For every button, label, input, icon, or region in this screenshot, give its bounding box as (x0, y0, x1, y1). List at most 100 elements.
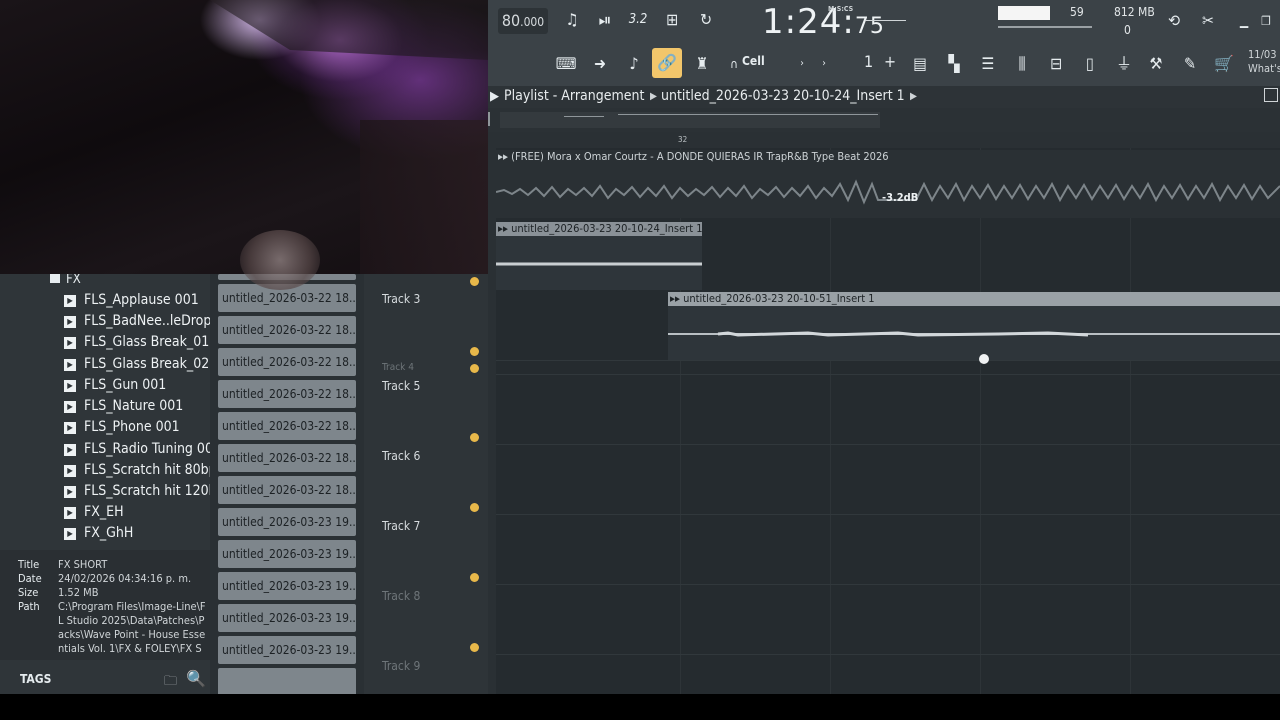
folder-icon (50, 273, 60, 283)
channel-list: untitled_2026-03-22 18.. untitled_2026-0… (210, 274, 364, 696)
folder-fx[interactable]: FX (50, 272, 81, 287)
track-name[interactable]: Track 9 (382, 659, 420, 673)
audio-clip-beat[interactable]: ▸▸ (FREE) Mora x Omar Courtz - A DONDE Q… (496, 150, 1280, 218)
playlist-grid[interactable]: ▸▸ (FREE) Mora x Omar Courtz - A DONDE Q… (496, 148, 1280, 694)
track-mute-led[interactable] (470, 347, 479, 356)
lane-divider (496, 444, 1280, 445)
tags-label: TAGS (20, 672, 52, 686)
song-position-clock[interactable]: 1:24:75 (762, 2, 885, 42)
channel-button[interactable]: untitled_2026-03-23 19.. (218, 636, 356, 664)
channel-button[interactable]: untitled_2026-03-22 18.. (218, 380, 356, 408)
info-icon[interactable]: ✎ (1176, 50, 1204, 78)
playlist-icon[interactable]: ▤ (906, 50, 934, 78)
channel-button[interactable]: untitled_2026-03-22 18.. (218, 348, 356, 376)
taskbar-strip (0, 694, 1280, 720)
track-mute-led[interactable] (470, 433, 479, 442)
browser-item[interactable]: ▶ FX_GhH (64, 525, 133, 545)
time-ruler[interactable]: 32 (496, 132, 1280, 148)
browser-item[interactable]: ▶ FLS_Nature 001 (64, 398, 183, 418)
loop-record-icon[interactable]: ↻ (692, 6, 720, 34)
restore-icon[interactable]: ❐ (1252, 7, 1280, 35)
browser-item[interactable]: ▶ FLS_Glass Break_01 (64, 334, 209, 354)
audio-file-icon: ▶ (64, 465, 76, 477)
tools-icon[interactable]: ⚒ (1142, 50, 1170, 78)
track-mute-led[interactable] (470, 364, 479, 373)
tempo-display[interactable]: 80.000 (498, 8, 548, 34)
channel-rack-icon[interactable]: ☰ (974, 50, 1002, 78)
playlist-title[interactable]: Playlist - Arrangement (504, 88, 644, 104)
browser-item[interactable]: ▶ FLS_Gun 001 (64, 377, 166, 397)
wait-for-input-icon[interactable]: ⏯ (591, 6, 619, 34)
audio-file-icon: ▶ (64, 359, 76, 371)
audio-file-icon: ▶ (64, 316, 76, 328)
track-mute-led[interactable] (470, 573, 479, 582)
channel-button[interactable]: untitled_2026-03-22 18.. (218, 316, 356, 344)
pattern-mode-label[interactable]: Cell (742, 54, 765, 68)
browser-item[interactable]: ▶ FLS_Radio Tuning 001 (64, 441, 221, 461)
arrow-right-icon[interactable]: ➜ (586, 50, 614, 78)
stamp-icon[interactable]: ♜ (688, 50, 716, 78)
browser-item[interactable]: ▶ FLS_Scratch hit 80bpm (64, 462, 229, 482)
overview-marker (488, 112, 490, 126)
track-mute-led[interactable] (470, 643, 479, 652)
master-pitch-slider[interactable] (866, 20, 906, 21)
channel-button[interactable]: untitled_2026-03-22 18.. (218, 412, 356, 440)
undo-icon[interactable]: ⟲ (1160, 7, 1188, 35)
step-edit-icon[interactable]: ⊞ (658, 6, 686, 34)
track-name[interactable]: Track 6 (382, 449, 420, 463)
track-name[interactable]: Track 5 (382, 379, 420, 393)
cpu-meter (998, 6, 1050, 20)
track-name[interactable]: Track 3 (382, 292, 420, 306)
track-name[interactable]: Track 7 (382, 519, 420, 533)
audio-clip-insert2[interactable]: ▸▸ untitled_2026-03-23 20-10-51_Insert 1 (668, 292, 1280, 360)
link-icon[interactable]: 🔗 (652, 48, 682, 78)
channel-button[interactable] (218, 668, 356, 696)
audio-clip-insert1[interactable]: ▸▸ untitled_2026-03-23 20-10-24_Insert 1 (496, 222, 702, 290)
playlist-overview[interactable] (488, 108, 1280, 132)
shop-icon[interactable]: 🛒 (1210, 50, 1238, 78)
browser-item[interactable]: ▶ FLS_BadNee..leDrop_02 (64, 313, 234, 333)
output-meter (998, 26, 1092, 28)
window-restore-icon[interactable] (1264, 88, 1278, 102)
lane-divider (496, 514, 1280, 515)
browser-item[interactable]: ▶ FX_EH (64, 504, 124, 524)
track-headers: Track 3 Track 4 Track 5 Track 6 Track 7 … (364, 274, 488, 694)
channel-button[interactable]: untitled_2026-03-22 18.. (218, 444, 356, 472)
project-icon[interactable]: ▯ (1076, 50, 1104, 78)
playhead-marker[interactable] (979, 354, 989, 364)
channel-button[interactable]: untitled_2026-03-23 19.. (218, 540, 356, 568)
track-mute-led[interactable] (470, 503, 479, 512)
current-clip-label[interactable]: untitled_2026-03-23 20-10-24_Insert 1 (661, 88, 905, 104)
countdown-icon[interactable]: 3.2 (624, 6, 652, 34)
folder-icon[interactable]: 🗀 (164, 672, 177, 694)
plugin-icon[interactable]: ⏚ (1110, 50, 1138, 78)
track-name[interactable]: Track 8 (382, 589, 420, 603)
keyboard-icon[interactable]: ⌨ (552, 50, 580, 78)
add-pattern-button[interactable]: + (884, 52, 896, 71)
channel-button[interactable]: untitled_2026-03-23 19.. (218, 604, 356, 632)
snap-icon[interactable]: ♪ (620, 50, 648, 78)
browser-item[interactable]: ▶ FLS_Applause 001 (64, 292, 199, 312)
browser-icon[interactable]: ⊟ (1042, 50, 1070, 78)
browser-item[interactable]: ▶ FLS_Phone 001 (64, 419, 180, 439)
metronome-icon[interactable]: ♫ (558, 6, 586, 34)
search-icon[interactable]: 🔍 (186, 669, 206, 688)
channel-button[interactable]: untitled_2026-03-22 18.. (218, 476, 356, 504)
play-arrow-icon[interactable]: › (810, 50, 838, 78)
menu-arrow-icon[interactable]: ▶ (490, 89, 499, 104)
audio-file-icon: ▶ (64, 507, 76, 519)
channel-button[interactable]: untitled_2026-03-23 19.. (218, 508, 356, 536)
track-name[interactable]: Track 4 (382, 362, 414, 373)
channel-button[interactable]: untitled_2026-03-23 19.. (218, 572, 356, 600)
audio-file-icon: ▶ (64, 401, 76, 413)
piano-roll-icon[interactable]: ▚ (940, 50, 968, 78)
time-mode-label[interactable]: M:S:CS (828, 5, 853, 13)
track-mute-led[interactable] (470, 277, 479, 286)
cut-icon[interactable]: ✂ (1194, 7, 1222, 35)
news-hint[interactable]: 11/03 What's (1248, 48, 1280, 76)
webcam-ceiling (0, 0, 488, 60)
mixer-icon[interactable]: ⫼ (1008, 50, 1036, 78)
overview-clip (618, 114, 878, 115)
browser-item[interactable]: ▶ FLS_Glass Break_02 (64, 356, 209, 376)
pattern-number[interactable]: 1 (864, 52, 873, 71)
